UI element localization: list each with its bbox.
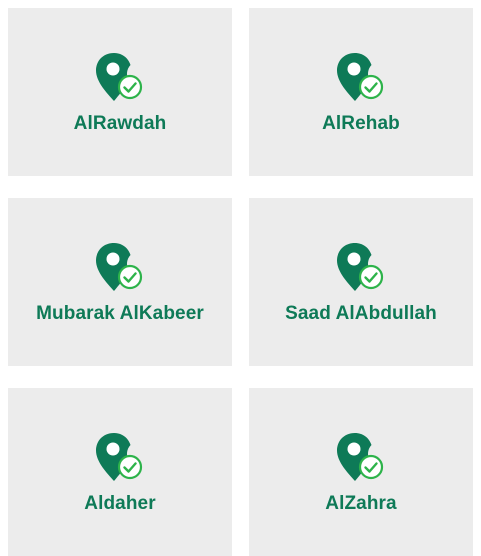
area-card-label: AlRawdah [73, 113, 167, 134]
location-check-icon [337, 433, 384, 481]
location-check-icon [96, 53, 143, 101]
area-card-label: AlRehab [322, 113, 400, 134]
location-check-icon [337, 243, 384, 291]
location-check-icon [96, 433, 143, 481]
area-card-label: Saad AlAbdullah [285, 303, 437, 324]
area-card-alzahra[interactable]: AlZahra [249, 388, 473, 556]
area-card-alrawdah[interactable]: AlRawdah [8, 8, 232, 176]
location-check-icon [96, 243, 143, 291]
area-card-mubarak-alkabeer[interactable]: Mubarak AlKabeer [8, 198, 232, 366]
area-grid: AlRawdah AlRehab Mubarak AlKabeer Saad A… [8, 8, 473, 556]
area-card-saad-alabdullah[interactable]: Saad AlAbdullah [249, 198, 473, 366]
area-card-label: Aldaher [84, 493, 156, 514]
location-check-icon [337, 53, 384, 101]
area-card-alrehab[interactable]: AlRehab [249, 8, 473, 176]
area-card-label: AlZahra [325, 493, 397, 514]
area-card-label: Mubarak AlKabeer [36, 303, 204, 324]
area-card-aldaher[interactable]: Aldaher [8, 388, 232, 556]
